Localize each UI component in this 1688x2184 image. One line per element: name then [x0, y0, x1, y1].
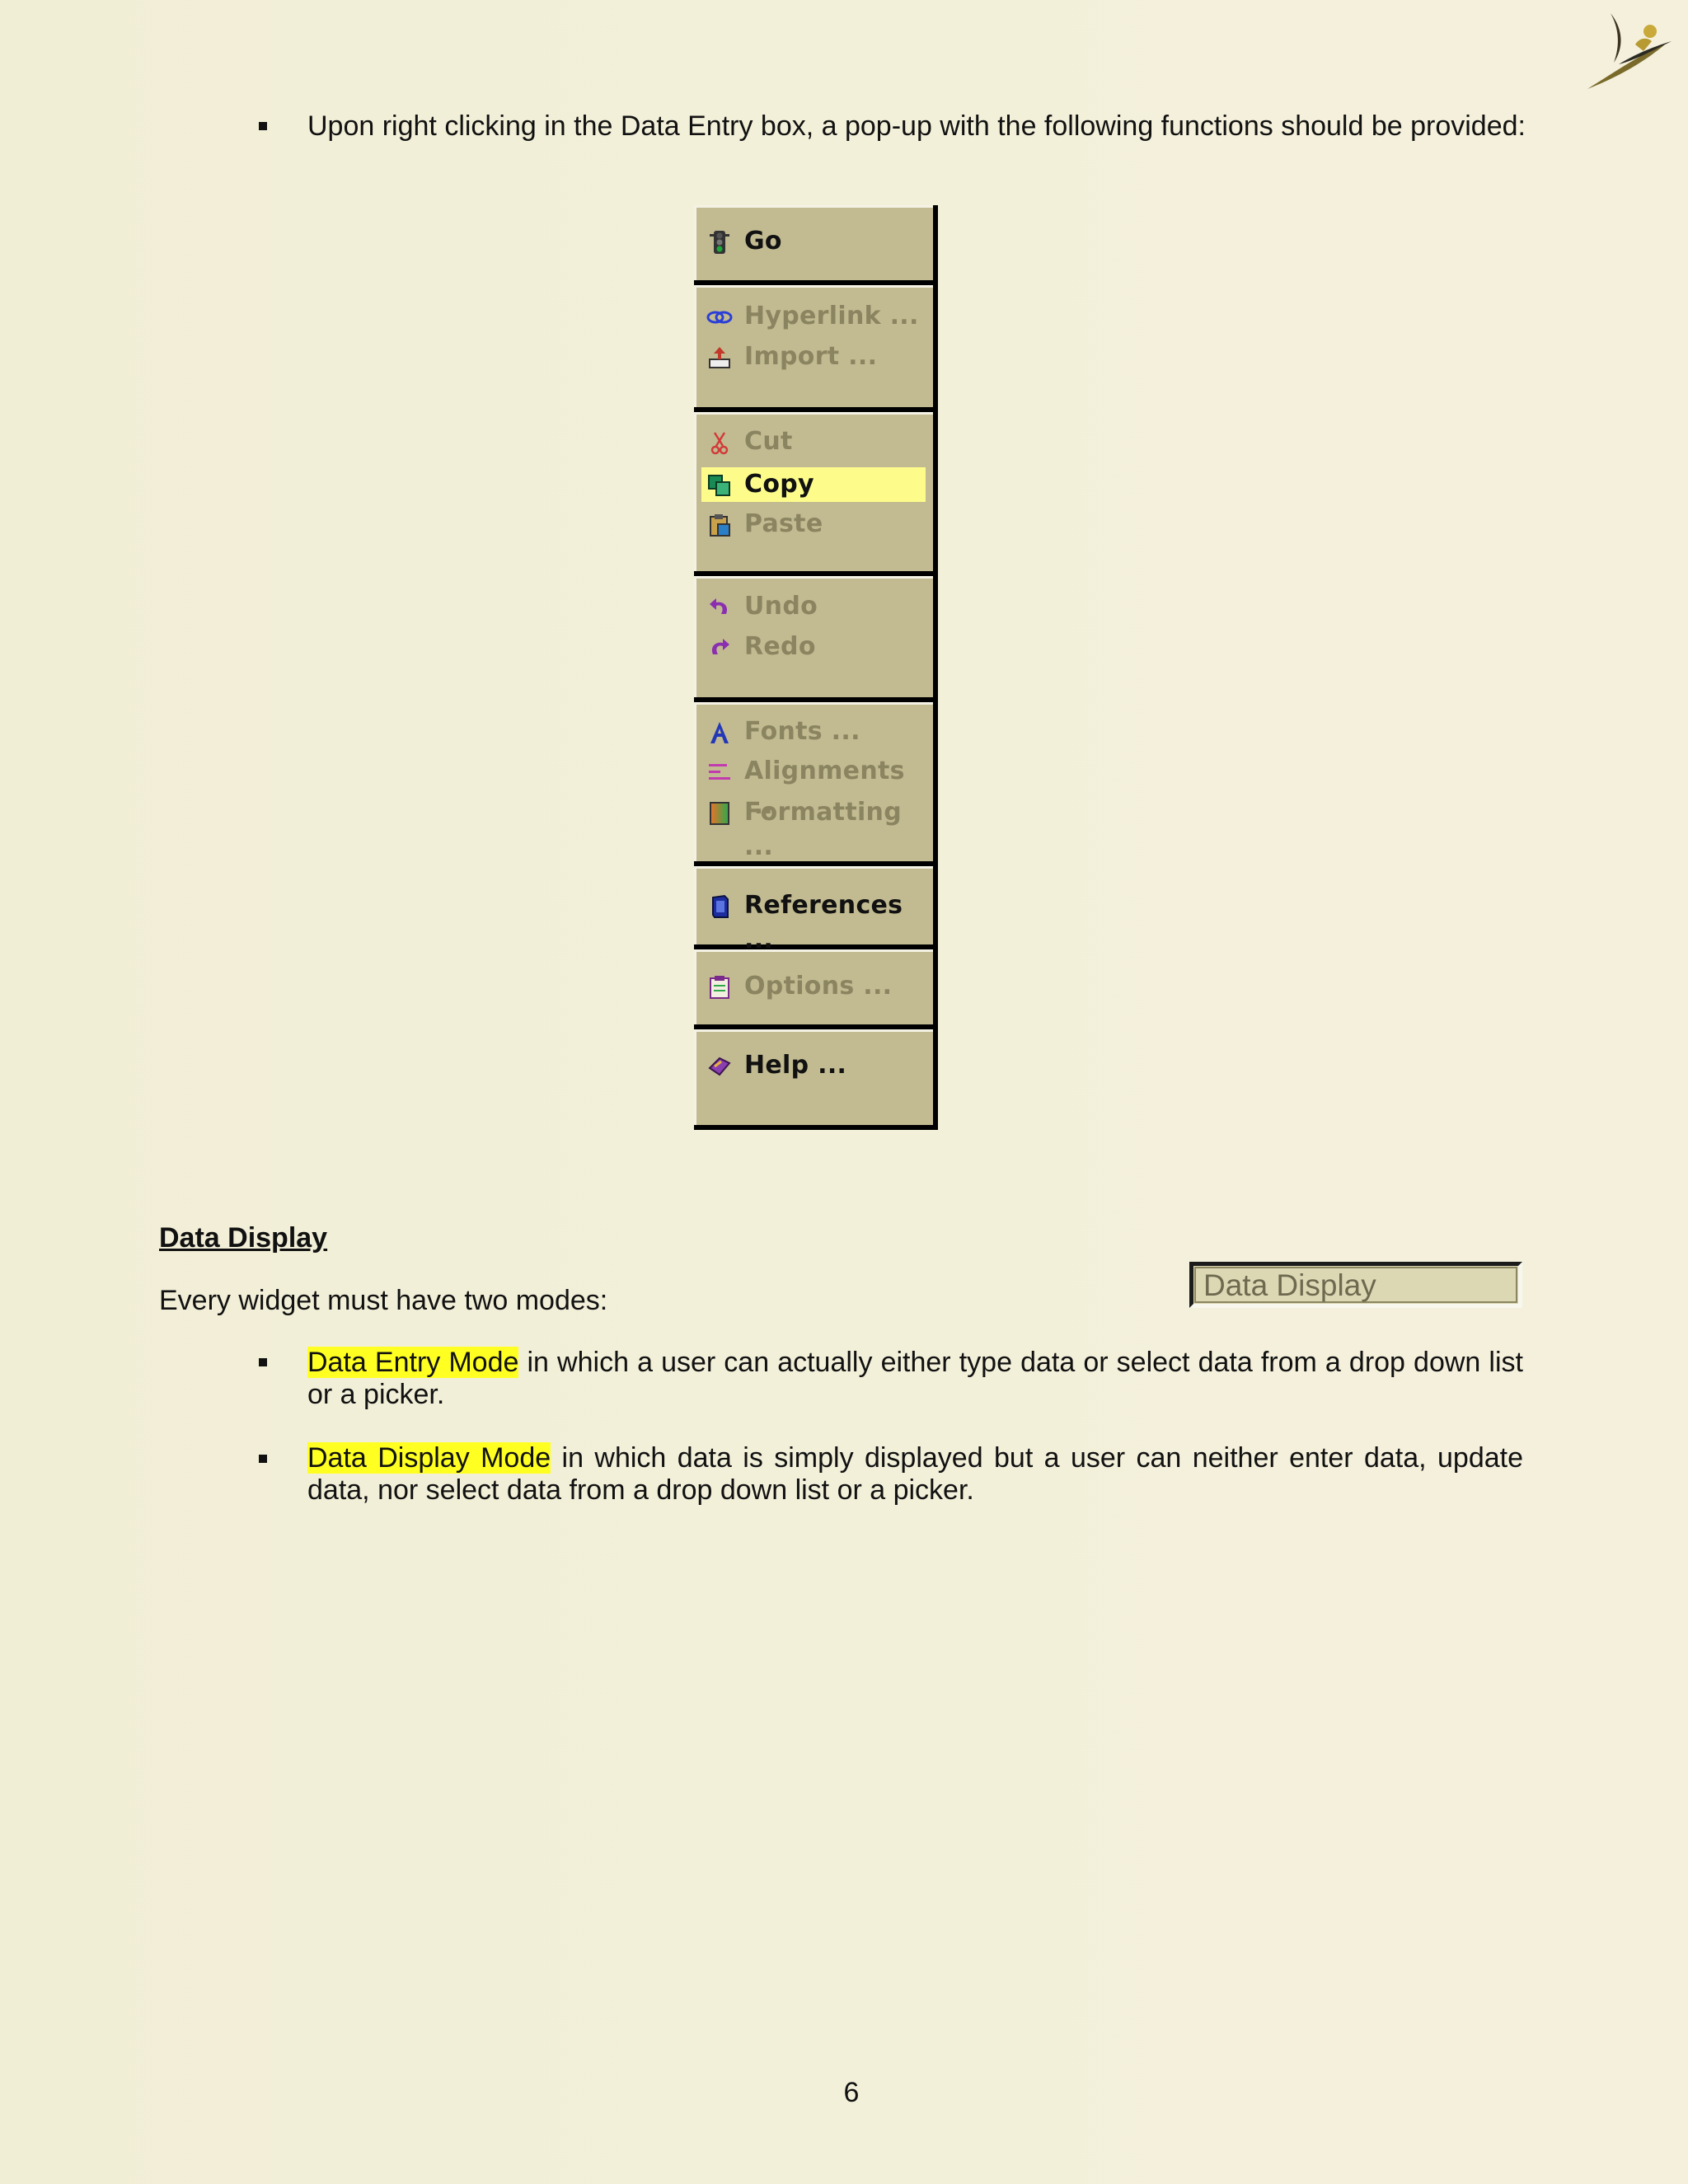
- redo-icon: [711, 639, 729, 654]
- menu-item-paste[interactable]: Paste: [701, 507, 926, 541]
- font-icon: [710, 722, 729, 743]
- bullet-marker: [259, 1358, 267, 1366]
- mode-bullet-entry: Data Entry Mode in which a user can actu…: [307, 1347, 1523, 1411]
- book-icon: [712, 894, 729, 918]
- menu-item-undo[interactable]: Undo: [701, 589, 926, 624]
- menu-item-label: Cut: [744, 427, 793, 456]
- import-tray-icon: [709, 347, 730, 368]
- data-display-sample-text: Data Display: [1203, 1268, 1376, 1302]
- mode-term-highlight: Data Entry Mode: [307, 1347, 519, 1378]
- menu-item-label: Options ...: [744, 972, 893, 1001]
- menu-item-label: References ...: [744, 891, 903, 954]
- mode-bullet-display: Data Display Mode in which data is simpl…: [307, 1442, 1523, 1507]
- menu-item-label: Go: [744, 227, 782, 255]
- menu-item-help[interactable]: Help ...: [701, 1048, 926, 1083]
- menu-item-label: Import ...: [744, 342, 878, 371]
- menu-item-import[interactable]: Import ...: [701, 340, 926, 374]
- menu-group-references: References ...: [694, 866, 933, 954]
- menu-group-navigate: Go: [694, 205, 933, 280]
- menu-item-label: Help ...: [744, 1051, 847, 1080]
- bullet-marker: [259, 1455, 267, 1463]
- menu-item-hyperlink[interactable]: Hyperlink ...: [701, 299, 926, 334]
- menu-item-label: Paste: [744, 509, 823, 538]
- copy-icon: [708, 475, 730, 496]
- align-icon: [709, 764, 730, 780]
- traffic-light-icon: [710, 231, 729, 254]
- menu-item-fonts[interactable]: Fonts ...: [701, 715, 926, 749]
- intro-bullet-text: Upon right clicking in the Data Entry bo…: [307, 110, 1526, 142]
- chain-link-icon: [706, 311, 733, 324]
- help-book-icon: [708, 1057, 731, 1076]
- menu-group-insert: Hyperlink ... Import ...: [694, 285, 933, 407]
- menu-item-label: Undo: [744, 592, 818, 621]
- menu-item-label: Formatting ...: [744, 798, 902, 861]
- modes-intro-text: Every widget must have two modes:: [159, 1285, 608, 1316]
- undo-icon: [710, 598, 728, 614]
- menu-item-alignments[interactable]: Alignments ...: [701, 754, 926, 820]
- menu-item-references[interactable]: References ...: [701, 888, 926, 954]
- scissors-icon: [710, 432, 729, 455]
- menu-item-cut[interactable]: Cut: [701, 424, 926, 459]
- menu-item-label: Redo: [744, 632, 816, 661]
- menu-item-label: Fonts ...: [744, 717, 860, 746]
- menu-item-formatting[interactable]: Formatting ...: [701, 795, 926, 861]
- menu-group-options: Options ...: [694, 949, 933, 1024]
- menu-group-help: Help ...: [694, 1029, 933, 1125]
- context-menu: Go Hyperlink ... Import ... Cut Copy Pas…: [694, 205, 938, 1130]
- mode-term-highlight: Data Display Mode: [307, 1442, 551, 1474]
- menu-group-format: Fonts ... Alignments ... Formatting ...: [694, 702, 933, 861]
- menu-item-label: Copy: [744, 470, 814, 499]
- menu-group-clipboard: Cut Copy Paste: [694, 412, 933, 571]
- company-logo: [1587, 13, 1672, 89]
- menu-item-go[interactable]: Go: [701, 224, 926, 259]
- page-number: 6: [843, 2077, 860, 2108]
- menu-item-redo[interactable]: Redo: [701, 630, 926, 664]
- formatting-icon: [710, 802, 729, 825]
- menu-item-copy[interactable]: Copy: [701, 467, 926, 502]
- bullet-marker: [259, 122, 267, 130]
- menu-item-label: Hyperlink ...: [744, 302, 919, 330]
- section-heading: Data Display: [159, 1222, 328, 1254]
- menu-item-options[interactable]: Options ...: [701, 969, 926, 1004]
- clipboard-icon: [710, 514, 730, 537]
- options-icon: [710, 976, 729, 999]
- menu-group-history: Undo Redo: [694, 576, 933, 697]
- data-display-sample-field: Data Display: [1189, 1262, 1522, 1308]
